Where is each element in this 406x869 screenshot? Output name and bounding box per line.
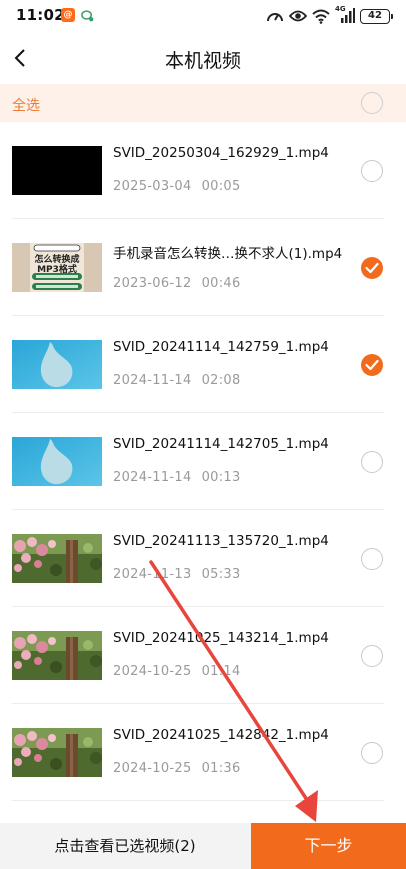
video-checkbox-checked[interactable]: [361, 257, 383, 279]
video-list-item[interactable]: SVID_20241113_135720_1.mp4 2024-11-13 05:3…: [0, 510, 406, 607]
video-thumbnail: [12, 728, 102, 777]
video-thumbnail: [12, 534, 102, 583]
status-bar: 11:02 @ 4G 42: [0, 0, 406, 32]
view-selected-videos-button[interactable]: 点击查看已选视频(2): [0, 823, 250, 869]
video-list-item[interactable]: SVID_20241114_142759_1.mp4 2024-11-14 02:0…: [0, 316, 406, 413]
eye-icon: [289, 10, 307, 22]
speedometer-icon: [267, 13, 283, 22]
video-list-item[interactable]: 怎么转换成 MP3格式 手机录音怎么转换…换不求人(1).mp4 2023-06-…: [0, 219, 406, 316]
video-date: 2024-10-25: [113, 761, 192, 776]
check-icon: [365, 262, 379, 274]
video-duration: 00:13: [201, 470, 241, 485]
video-date: 2025-03-04: [113, 179, 192, 194]
thumb-title-line2: MP3格式: [37, 265, 77, 275]
video-thumbnail: [12, 437, 102, 486]
chat-notification-icon: [81, 10, 94, 22]
video-list-item[interactable]: SVID_20250304_162929_1.mp4 2025-03-04 00:0…: [0, 122, 406, 219]
next-step-button[interactable]: 下一步: [251, 823, 406, 869]
select-all-checkbox[interactable]: [361, 92, 383, 114]
video-name: SVID_20250304_162929_1.mp4: [113, 145, 329, 161]
wifi-icon: [312, 9, 330, 24]
video-list: SVID_20250304_162929_1.mp4 2025-03-04 00:0…: [0, 122, 406, 801]
video-meta: 2024-11-13 05:33: [113, 567, 241, 582]
video-list-item[interactable]: SVID_20241025_143214_1.mp4 2024-10-25 01:1…: [0, 607, 406, 704]
video-checkbox[interactable]: [361, 742, 383, 764]
video-meta: 2024-10-25 01:36: [113, 761, 241, 776]
video-date: 2023-06-12: [113, 276, 192, 291]
video-checkbox[interactable]: [361, 451, 383, 473]
cellular-signal-icon: 4G: [335, 5, 355, 24]
video-name: SVID_20241113_135720_1.mp4: [113, 533, 329, 549]
status-time: 11:02: [16, 6, 65, 24]
video-duration: 01:14: [201, 664, 241, 679]
video-name: 手机录音怎么转换…换不求人(1).mp4: [113, 246, 343, 262]
video-name: SVID_20241114_142705_1.mp4: [113, 436, 329, 452]
video-duration: 02:08: [201, 373, 241, 388]
video-duration: 00:05: [201, 179, 241, 194]
video-date: 2024-11-13: [113, 567, 192, 582]
check-icon: [365, 359, 379, 371]
navigation-bar: 本机视频: [0, 32, 406, 84]
video-duration: 05:33: [201, 567, 241, 582]
video-thumbnail: 怎么转换成 MP3格式: [12, 243, 102, 292]
divider: [12, 800, 384, 801]
video-list-item[interactable]: SVID_20241025_142842_1.mp4 2024-10-25 01:3…: [0, 704, 406, 801]
video-date: 2024-11-14: [113, 470, 192, 485]
video-checkbox-checked[interactable]: [361, 354, 383, 376]
video-meta: 2023-06-12 00:46: [113, 276, 241, 291]
video-date: 2024-11-14: [113, 373, 192, 388]
app-notification-icon: @: [61, 8, 75, 22]
video-duration: 01:36: [201, 761, 241, 776]
video-meta: 2024-11-14 00:13: [113, 470, 241, 485]
video-meta: 2024-11-14 02:08: [113, 373, 241, 388]
video-list-item[interactable]: SVID_20241114_142705_1.mp4 2024-11-14 00:1…: [0, 413, 406, 510]
video-name: SVID_20241025_142842_1.mp4: [113, 727, 329, 743]
video-checkbox[interactable]: [361, 160, 383, 182]
video-thumbnail: [12, 146, 102, 195]
video-name: SVID_20241025_143214_1.mp4: [113, 630, 329, 646]
video-meta: 2024-10-25 01:14: [113, 664, 241, 679]
page-title: 本机视频: [164, 50, 241, 72]
video-thumbnail: [12, 340, 102, 389]
video-thumbnail: [12, 631, 102, 680]
video-date: 2024-10-25: [113, 664, 192, 679]
video-name: SVID_20241114_142759_1.mp4: [113, 339, 329, 355]
status-icons: 4G 42: [266, 5, 393, 26]
video-checkbox[interactable]: [361, 548, 383, 570]
select-all-row[interactable]: 全选: [0, 84, 406, 122]
battery-icon: 42: [360, 8, 393, 24]
bottom-bar: 点击查看已选视频(2) 下一步: [0, 823, 406, 869]
video-meta: 2025-03-04 00:05: [113, 179, 241, 194]
select-all-label: 全选: [12, 98, 40, 114]
video-duration: 00:46: [201, 276, 241, 291]
video-checkbox[interactable]: [361, 645, 383, 667]
